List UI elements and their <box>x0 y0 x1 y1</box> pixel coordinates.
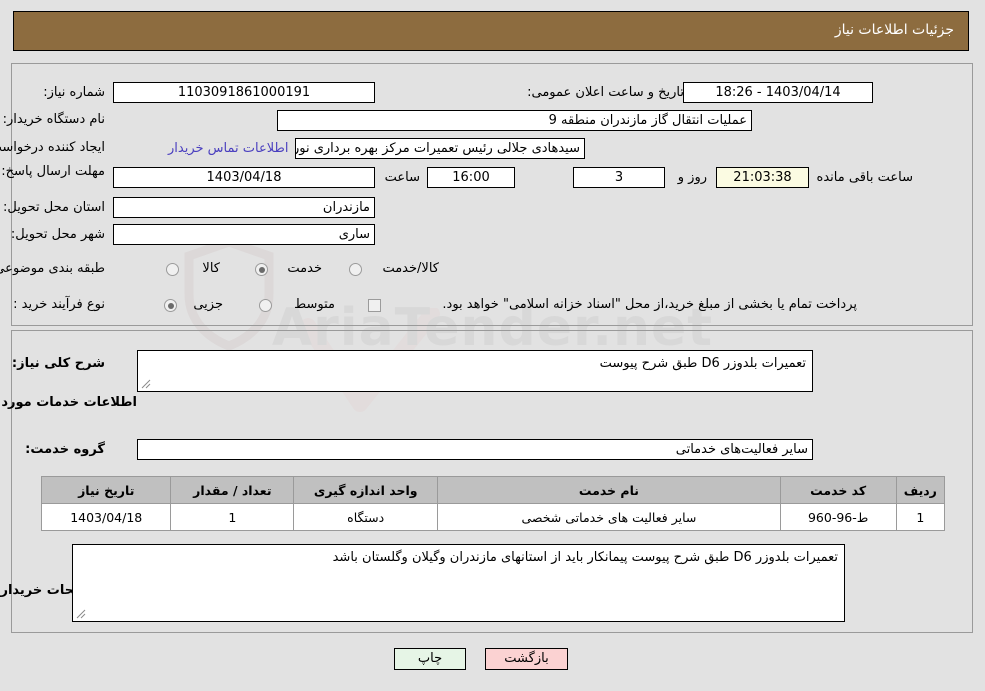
service-group-value: سایر فعالیت‌های خدماتی <box>137 439 813 460</box>
delivery-city-label: شهر محل تحویل: <box>10 227 105 242</box>
category-radio-khedmat[interactable] <box>255 263 268 276</box>
td-need-date: 1403/04/18 <box>40 503 172 531</box>
delivery-city-value: ساری <box>113 224 375 245</box>
services-section-title: اطلاعات خدمات مورد نیاز <box>0 395 137 410</box>
page-header-bar: جزئیات اطلاعات نیاز <box>13 11 969 51</box>
print-button[interactable]: چاپ <box>394 648 466 670</box>
category-label-kala: کالا <box>202 261 220 276</box>
general-description-textarea[interactable]: تعمیرات بلدوزر D6 طبق شرح پیوست <box>137 350 813 392</box>
announcement-datetime-label: تاریخ و ساعت اعلان عمومی: <box>527 85 684 100</box>
need-number-value: 1103091861000191 <box>113 82 375 103</box>
th-unit: واحد اندازه گیری <box>293 476 439 504</box>
td-name: سایر فعالیت های خدماتی شخصی <box>437 503 781 531</box>
process-radio-motavaset[interactable] <box>259 299 272 312</box>
category-label-khedmat: خدمت <box>287 261 322 276</box>
td-code: ط-96-960 <box>779 503 897 531</box>
service-group-label: گروه خدمت: <box>25 442 105 457</box>
deadline-hour-label: ساعت <box>384 170 420 185</box>
days-remaining-label: روز و <box>677 170 707 185</box>
purchase-process-label: نوع فرآیند خرید : <box>13 297 105 312</box>
deadline-date-value: 1403/04/18 <box>113 167 375 188</box>
hours-remaining-label: ساعت باقی مانده <box>816 170 913 185</box>
general-description-text: تعمیرات بلدوزر D6 طبق شرح پیوست <box>599 356 806 371</box>
countdown-timer-value: 21:03:38 <box>716 167 809 188</box>
deadline-time-value: 16:00 <box>427 167 515 188</box>
process-label-jozei: جزیی <box>193 297 223 312</box>
process-label-motavaset: متوسط <box>294 297 335 312</box>
days-remaining-value: 3 <box>573 167 665 188</box>
buyer-organization-label: نام دستگاه خریدار: <box>2 112 105 127</box>
request-creator-label: ایجاد کننده درخواست: <box>0 140 105 155</box>
request-creator-value: سیدهادی جلالی رئیس تعمیرات مرکز بهره برد… <box>295 138 585 159</box>
th-row: ردیف <box>895 476 946 504</box>
td-unit: دستگاه <box>293 503 439 531</box>
need-number-label: شماره نیاز: <box>43 85 105 100</box>
td-quantity: 1 <box>170 503 295 531</box>
th-quantity: تعداد / مقدار <box>170 476 295 504</box>
category-label-kala-khedmat: کالا/خدمت <box>382 261 439 276</box>
category-radio-kala[interactable] <box>166 263 179 276</box>
general-description-label: شرح کلی نیاز: <box>11 356 105 371</box>
islamic-treasury-label: پرداخت تمام یا بخشی از مبلغ خرید،از محل … <box>442 297 857 312</box>
services-table: ردیف کد خدمت نام خدمت واحد اندازه گیری ت… <box>40 476 946 531</box>
announcement-datetime-value: 1403/04/14 - 18:26 <box>683 82 873 103</box>
resize-grip-icon <box>76 609 86 619</box>
page-title: جزئیات اطلاعات نیاز <box>834 22 954 38</box>
table-header-row: ردیف کد خدمت نام خدمت واحد اندازه گیری ت… <box>40 476 946 504</box>
process-radio-jozei[interactable] <box>164 299 177 312</box>
buyer-notes-text: تعمیرات بلدوزر D6 طبق شرح پیوست پیمانکار… <box>332 550 838 565</box>
td-row: 1 <box>895 503 946 531</box>
response-deadline-label: مهلت ارسال پاسخ: تا تاریخ: <box>0 164 105 179</box>
subject-category-label: طبقه بندی موضوعی: <box>0 261 105 276</box>
buyer-organization-value: عملیات انتقال گاز مازندران منطقه 9 <box>277 110 752 131</box>
back-button[interactable]: بازگشت <box>485 648 568 670</box>
category-radio-kala-khedmat[interactable] <box>349 263 362 276</box>
th-name: نام خدمت <box>437 476 781 504</box>
tender-details-page: جزئیات اطلاعات نیاز AriaTender.net شماره… <box>0 0 985 691</box>
delivery-province-value: مازندران <box>113 197 375 218</box>
th-code: کد خدمت <box>779 476 897 504</box>
table-row: 1 ط-96-960 سایر فعالیت های خدماتی شخصی د… <box>40 503 946 531</box>
islamic-treasury-checkbox[interactable] <box>368 299 381 312</box>
delivery-province-label: استان محل تحویل: <box>3 200 105 215</box>
buyer-contact-link[interactable]: اطلاعات تماس خریدار <box>168 141 288 156</box>
resize-grip-icon <box>141 379 151 389</box>
buyer-notes-textarea[interactable]: تعمیرات بلدوزر D6 طبق شرح پیوست پیمانکار… <box>72 544 845 622</box>
th-need-date: تاریخ نیاز <box>40 476 172 504</box>
